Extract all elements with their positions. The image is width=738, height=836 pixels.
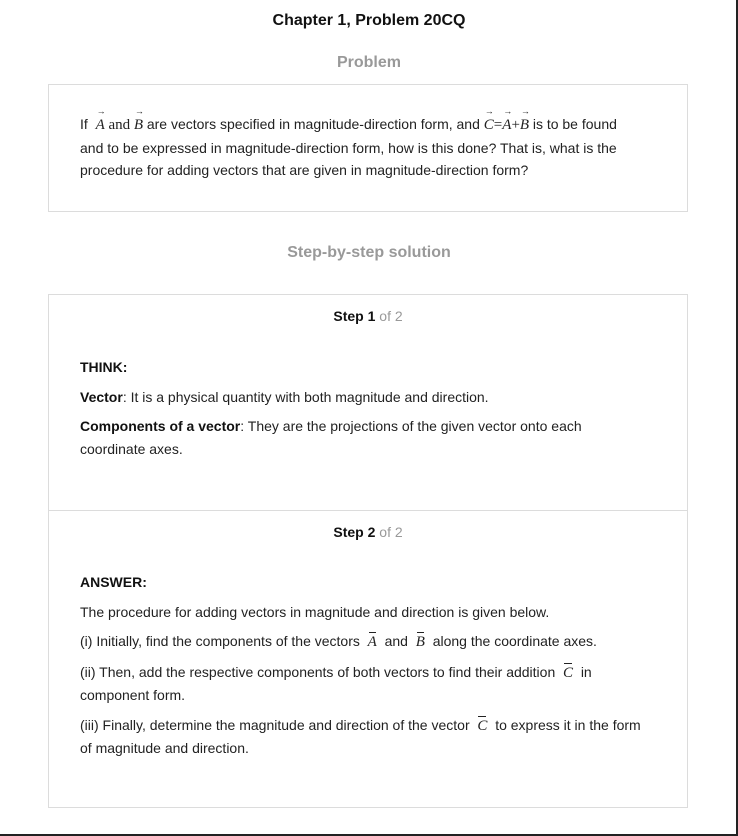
problem-line-2: and to be expressed in magnitude-directi…	[80, 139, 617, 156]
problem-text-part1: are vectors specified in magnitude-direc…	[146, 116, 480, 132]
vector-c-symbol: C	[563, 662, 574, 681]
step-of-total: of 2	[379, 308, 403, 324]
problem-box: If → A and → B are vectors specified in ma…	[48, 84, 688, 212]
vector-def: : It is a physical quantity with both ma…	[122, 388, 489, 405]
page-title: Chapter 1, Problem 20CQ	[272, 12, 466, 29]
problem-line-1: If → A and → B are vectors specified in ma…	[80, 107, 665, 137]
step-2-header: Step 2 of 2	[49, 524, 687, 540]
step-number: 1	[367, 308, 376, 324]
vector-a-symbol: A	[367, 632, 377, 650]
components-def-line1: : They are the projections of the given …	[240, 418, 582, 434]
vector-a-symbol: → A	[95, 106, 106, 134]
step-word: Step	[333, 308, 364, 324]
step-2-body: ANSWER: The procedure for adding vectors…	[80, 571, 665, 760]
components-term: Components of a vector	[80, 418, 241, 434]
components-definition: Components of a vector: They are the pro…	[80, 415, 665, 460]
problem-text: If → A and → B are vectors specified in ma…	[80, 107, 665, 182]
vector-term: Vector	[80, 388, 123, 405]
answer-intro: The procedure for adding vectors in magn…	[80, 603, 550, 620]
step-1-heading: THINK:	[80, 359, 128, 375]
answer-step-i: (i) Initially, find the components of th…	[80, 630, 665, 654]
step-divider	[49, 510, 687, 511]
step-1-body: THINK: Vector: It is a physical quantity…	[80, 356, 665, 460]
vector-a-and-b-expression: → A and → B	[96, 107, 147, 134]
problem-label: Problem	[336, 54, 401, 71]
step-1-header: Step 1 of 2	[49, 308, 687, 324]
vector-b-symbol: → B	[133, 106, 144, 134]
solution-label: Step-by-step solution	[287, 244, 451, 261]
vector-a-symbol: → A	[502, 106, 513, 134]
vector-sum-equation: → C= → A+ → B	[484, 107, 533, 134]
problem-line-3: procedure for adding vectors that are gi…	[80, 162, 529, 178]
vector-definition: Vector: It is a physical quantity with b…	[80, 386, 665, 409]
problem-if: If	[80, 116, 88, 132]
step-of-total: of 2	[379, 524, 403, 540]
and-word: and	[108, 117, 131, 133]
vector-c-symbol: C	[477, 715, 488, 734]
problem-text-part2: is to be found	[532, 116, 617, 132]
step-number: 2	[367, 524, 376, 540]
step-2-heading: ANSWER:	[80, 574, 147, 590]
vector-b-symbol: → B	[519, 106, 530, 134]
answer-step-ii: (ii) Then, add the respective components…	[80, 662, 592, 703]
answer-step-iii: (iii) Finally, determine the magnitude a…	[80, 715, 641, 756]
step-word: Step	[333, 524, 364, 540]
vector-c-symbol: → C	[483, 106, 494, 134]
solution-box: Step 1 of 2 THINK: Vector: It is a physi…	[48, 294, 688, 808]
components-def-line2: coordinate axes.	[80, 440, 183, 457]
vector-b-symbol: B	[415, 632, 425, 650]
